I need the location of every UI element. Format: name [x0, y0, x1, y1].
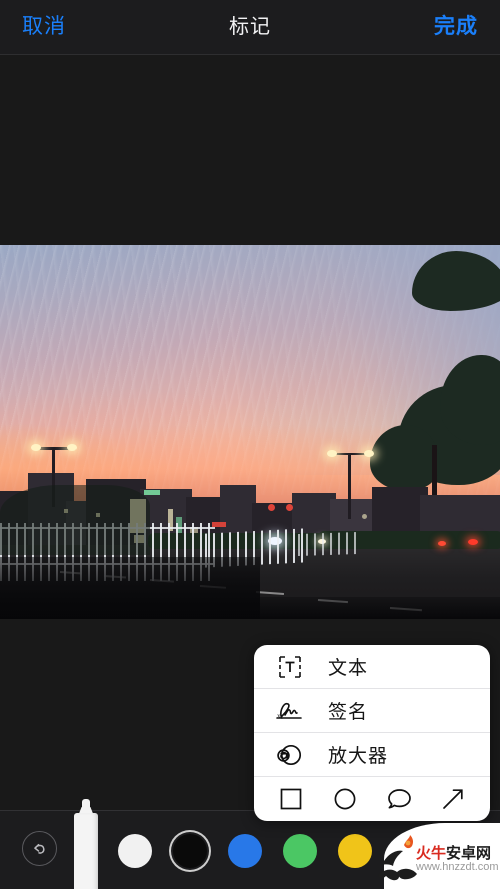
- text-box-icon: [270, 654, 310, 680]
- menu-item-magnifier[interactable]: 放大器: [254, 733, 490, 777]
- signature-icon: x: [270, 698, 310, 724]
- color-swatch-blue[interactable]: [228, 833, 262, 868]
- lamp-light: [67, 444, 77, 451]
- color-swatch-black[interactable]: [173, 833, 207, 868]
- lamp-light: [364, 450, 374, 457]
- shape-tools-row: [254, 777, 490, 821]
- circle-shape-icon[interactable]: [323, 786, 367, 812]
- square-shape-icon[interactable]: [269, 786, 313, 812]
- bottom-toolbar: [0, 799, 500, 889]
- menu-item-text-label: 文本: [328, 658, 369, 679]
- lamp-light: [327, 450, 337, 457]
- pen-body: [74, 813, 98, 889]
- color-swatch-red[interactable]: [393, 833, 427, 868]
- photo-image[interactable]: [0, 245, 500, 619]
- arrow-shape-icon[interactable]: [431, 786, 475, 812]
- car-taillight: [438, 541, 446, 546]
- bottom-shadow: [0, 597, 500, 619]
- street-fence: [298, 531, 358, 557]
- menu-item-text[interactable]: 文本: [254, 645, 490, 689]
- magnifier-icon: [270, 742, 310, 768]
- color-swatch-white[interactable]: [118, 833, 152, 868]
- pen-tool[interactable]: [74, 799, 98, 889]
- foreground-foliage: [0, 485, 150, 555]
- done-button[interactable]: 完成: [434, 14, 478, 40]
- undo-icon[interactable]: [22, 831, 57, 866]
- menu-item-signature-label: 签名: [328, 702, 369, 723]
- menu-item-signature[interactable]: x 签名: [254, 689, 490, 733]
- top-navigation-bar: 取消 标记 完成: [0, 0, 500, 55]
- street-lamp: [348, 453, 351, 519]
- markup-tools-popup: 文本 x 签名 放大器: [254, 645, 490, 821]
- lamp-light: [31, 444, 41, 451]
- svg-text:x: x: [277, 712, 281, 720]
- car-taillight: [468, 539, 478, 545]
- speech-bubble-shape-icon[interactable]: [377, 786, 421, 812]
- color-swatch-green[interactable]: [283, 833, 317, 868]
- menu-item-magnifier-label: 放大器: [328, 746, 389, 767]
- page-title: 标记: [229, 16, 271, 38]
- color-swatch-list: [118, 811, 448, 889]
- color-swatch-yellow[interactable]: [338, 833, 372, 868]
- markup-screen: 取消 标记 完成 文本 x 签名 放大器 火牛安卓网 www.hnzzdt.co…: [0, 0, 500, 889]
